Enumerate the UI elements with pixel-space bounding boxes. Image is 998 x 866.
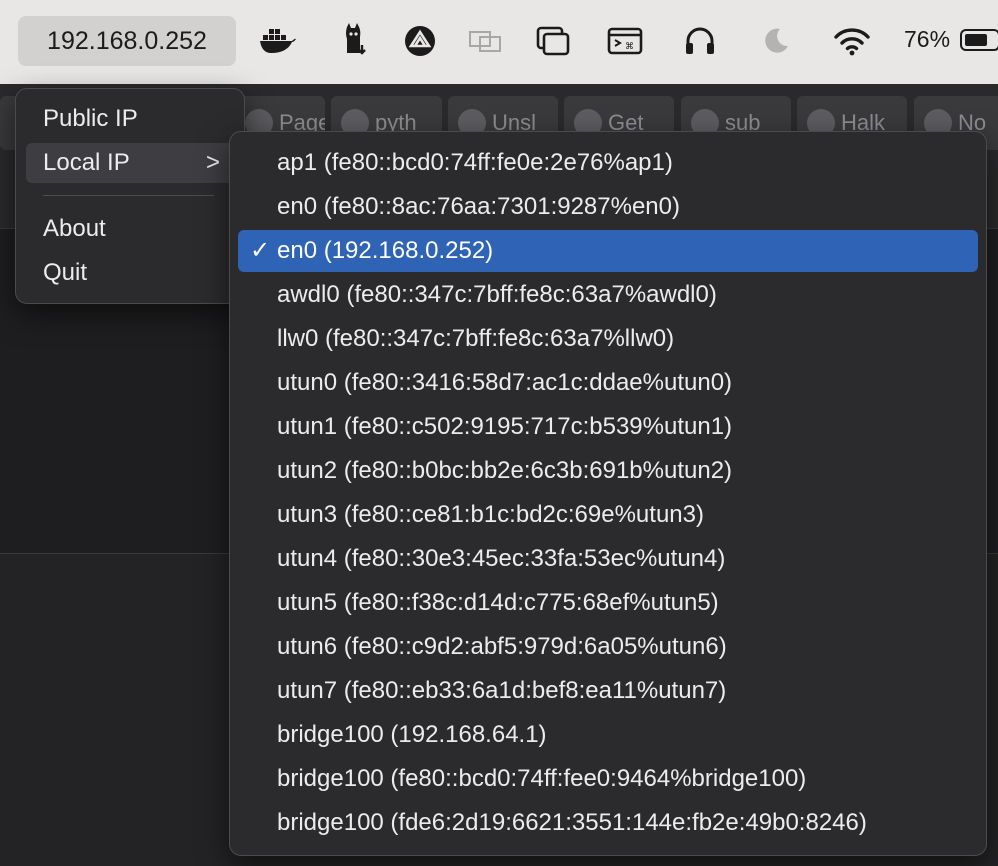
menu-bar: 192.168.0.252 ⌘ 76%	[0, 0, 998, 85]
local-ip-option[interactable]: bridge100 (fde6:2d19:6621:3551:144e:fb2e…	[238, 802, 978, 844]
menu-item-label: Public IP	[43, 105, 138, 132]
local-ip-option-label: bridge100 (192.168.64.1)	[277, 721, 547, 748]
local-ip-option[interactable]: utun5 (fe80::f38c:d14d:c775:68ef%utun5)	[238, 582, 978, 624]
local-ip-option-label: en0 (192.168.0.252)	[277, 237, 494, 264]
local-ip-option-label: utun3 (fe80::ce81:b1c:bd2c:69e%utun3)	[277, 501, 704, 528]
local-ip-submenu: ap1 (fe80::bcd0:74ff:fe0e:2e76%ap1)en0 (…	[229, 131, 987, 856]
docker-icon[interactable]	[258, 20, 298, 62]
menu-item-label: Local IP	[43, 149, 130, 176]
local-ip-option[interactable]: utun7 (fe80::eb33:6a1d:bef8:ea11%utun7)	[238, 670, 978, 712]
local-ip-option[interactable]: utun0 (fe80::3416:58d7:ac1c:ddae%utun0)	[238, 362, 978, 404]
battery-icon[interactable]	[960, 29, 998, 51]
local-ip-option[interactable]: llw0 (fe80::347c:7bff:fe8c:63a7%llw0)	[238, 318, 978, 360]
local-ip-option[interactable]: utun3 (fe80::ce81:b1c:bd2c:69e%utun3)	[238, 494, 978, 536]
local-ip-option-label: utun2 (fe80::b0bc:bb2e:6c3b:691b%utun2)	[277, 457, 733, 484]
local-ip-option-label: en0 (fe80::8ac:76aa:7301:9287%en0)	[277, 193, 680, 220]
vpn-icon[interactable]	[400, 20, 440, 62]
status-item-menu: Public IP Local IP > About Quit	[15, 88, 245, 304]
local-ip-option-label: ap1 (fe80::bcd0:74ff:fe0e:2e76%ap1)	[277, 149, 673, 176]
local-ip-option-label: utun0 (fe80::3416:58d7:ac1c:ddae%utun0)	[277, 369, 733, 396]
chevron-right-icon: >	[205, 149, 220, 176]
local-ip-option[interactable]: ap1 (fe80::bcd0:74ff:fe0e:2e76%ap1)	[238, 142, 978, 184]
quit-menu-item[interactable]: Quit	[26, 253, 234, 293]
public-ip-menu-item[interactable]: Public IP	[26, 99, 234, 139]
alpaca-icon[interactable]	[334, 20, 374, 62]
menu-item-label: Quit	[43, 259, 88, 286]
local-ip-option[interactable]: ✓ en0 (192.168.0.252)	[238, 230, 978, 272]
local-ip-option-label: utun5 (fe80::f38c:d14d:c775:68ef%utun5)	[277, 589, 719, 616]
local-ip-option[interactable]: awdl0 (fe80::347c:7bff:fe8c:63a7%awdl0)	[238, 274, 978, 316]
local-ip-option[interactable]: utun1 (fe80::c502:9195:717c:b539%utun1)	[238, 406, 978, 448]
ip-address-status-item[interactable]: 192.168.0.252	[18, 16, 236, 66]
moon-icon[interactable]	[756, 20, 796, 62]
menu-separator	[43, 195, 214, 196]
svg-text:⌘: ⌘	[625, 42, 634, 52]
local-ip-option-label: utun6 (fe80::c9d2:abf5:979d:6a05%utun6)	[277, 633, 727, 660]
local-ip-option[interactable]: utun4 (fe80::30e3:45ec:33fa:53ec%utun4)	[238, 538, 978, 580]
wifi-icon[interactable]	[832, 20, 872, 62]
local-ip-option-label: awdl0 (fe80::347c:7bff:fe8c:63a7%awdl0)	[277, 281, 717, 308]
local-ip-option-label: utun7 (fe80::eb33:6a1d:bef8:ea11%utun7)	[277, 677, 727, 704]
checkmark-icon: ✓	[250, 237, 271, 264]
windows-icon[interactable]	[533, 20, 573, 62]
local-ip-option-label: bridge100 (fde6:2d19:6621:3551:144e:fb2e…	[277, 809, 867, 836]
local-ip-option-label: bridge100 (fe80::bcd0:74ff:fee0:9464%bri…	[277, 765, 807, 792]
local-ip-option[interactable]: utun6 (fe80::c9d2:abf5:979d:6a05%utun6)	[238, 626, 978, 668]
about-menu-item[interactable]: About	[26, 209, 234, 249]
battery-percentage: 76%	[904, 26, 951, 52]
local-ip-option[interactable]: utun2 (fe80::b0bc:bb2e:6c3b:691b%utun2)	[238, 450, 978, 492]
local-ip-menu-item[interactable]: Local IP >	[26, 143, 234, 183]
battery-level-fill	[965, 34, 987, 46]
terminal-icon[interactable]: ⌘	[605, 20, 645, 62]
headphones-icon[interactable]	[680, 20, 720, 62]
menu-item-label: About	[43, 215, 106, 242]
local-ip-option[interactable]: bridge100 (192.168.64.1)	[238, 714, 978, 756]
local-ip-option-label: utun1 (fe80::c502:9195:717c:b539%utun1)	[277, 413, 733, 440]
local-ip-option[interactable]: bridge100 (fe80::bcd0:74ff:fee0:9464%bri…	[238, 758, 978, 800]
local-ip-option-label: utun4 (fe80::30e3:45ec:33fa:53ec%utun4)	[277, 545, 726, 572]
local-ip-option-label: llw0 (fe80::347c:7bff:fe8c:63a7%llw0)	[277, 325, 675, 352]
local-ip-option[interactable]: en0 (fe80::8ac:76aa:7301:9287%en0)	[238, 186, 978, 228]
displays-icon[interactable]	[465, 20, 505, 62]
